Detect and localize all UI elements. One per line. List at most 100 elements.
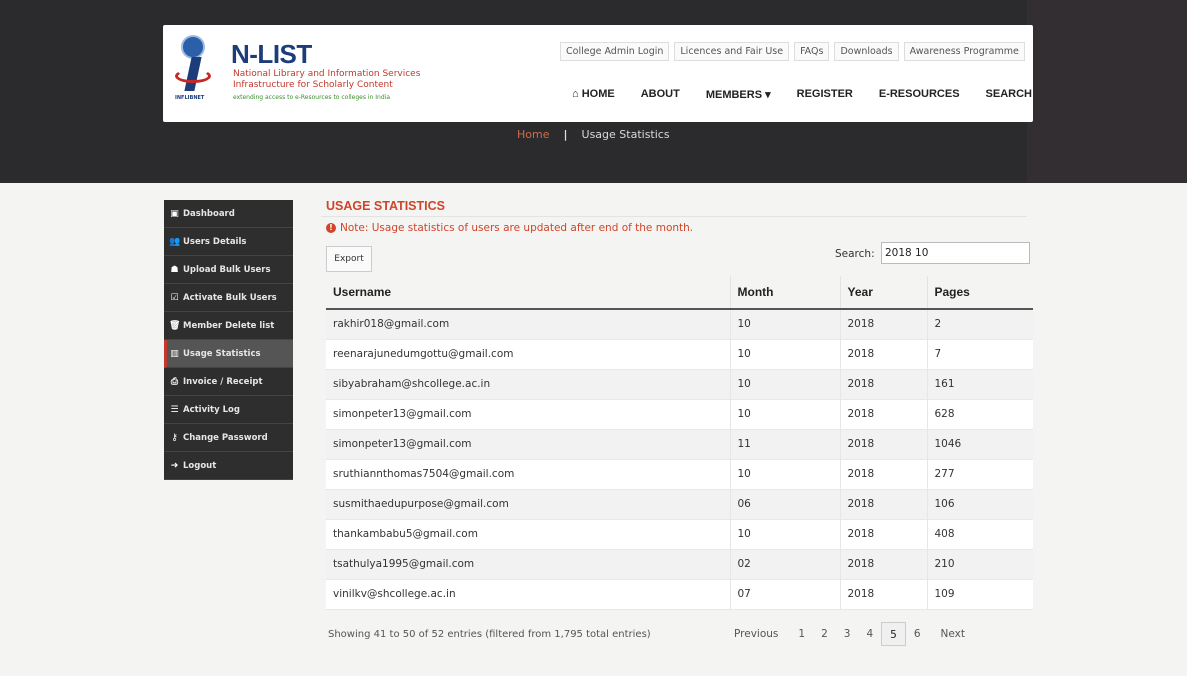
brand-subtitle-1: National Library and Information Service… bbox=[233, 69, 421, 79]
cell-month: 10 bbox=[729, 519, 840, 550]
nav-about[interactable]: ABOUT bbox=[641, 88, 680, 101]
sidebar-item-label: Activity Log bbox=[183, 404, 240, 415]
sidebar-item-users-details[interactable]: 👥 Users Details bbox=[164, 228, 293, 256]
sidebar-item-member-delete-list[interactable]: 🗑 Member Delete list bbox=[164, 312, 293, 340]
cell-month: 10 bbox=[729, 309, 840, 340]
users-icon: 👥 bbox=[169, 236, 181, 247]
sidebar-item-usage-statistics[interactable]: ▥ Usage Statistics bbox=[164, 340, 293, 368]
table-toolbar: Export Search: bbox=[321, 240, 1033, 276]
breadcrumb-home[interactable]: Home bbox=[517, 128, 549, 141]
inflibnet-logo[interactable]: INFLIBNET bbox=[175, 35, 211, 109]
cell-year: 2018 bbox=[839, 369, 927, 400]
nav-home[interactable]: ⌂ HOME bbox=[572, 88, 615, 101]
nav-members[interactable]: MEMBERS ▾ bbox=[706, 88, 771, 101]
cell-month: 11 bbox=[729, 429, 840, 460]
table-row: simonpeter13@gmail.com 10 2018 628 bbox=[326, 399, 1033, 430]
cell-pages: 628 bbox=[926, 399, 1033, 430]
sidebar-item-dashboard[interactable]: ▣ Dashboard bbox=[164, 200, 293, 228]
cell-year: 2018 bbox=[839, 519, 927, 550]
pagination-page-6[interactable]: 6 bbox=[906, 622, 929, 646]
sidebar-item-label: Usage Statistics bbox=[183, 348, 261, 359]
search-input[interactable] bbox=[881, 242, 1030, 264]
sidebar-item-logout[interactable]: ➜ Logout bbox=[164, 452, 293, 480]
pagination-page-2[interactable]: 2 bbox=[813, 622, 836, 646]
column-header-pages[interactable]: Pages bbox=[926, 276, 1033, 310]
title-divider bbox=[321, 216, 1027, 217]
nav-members-label: MEMBERS bbox=[705, 89, 763, 101]
table-row: sruthiannthomas7504@gmail.com 10 2018 277 bbox=[326, 459, 1033, 490]
pagination-page-1[interactable]: 1 bbox=[790, 622, 813, 646]
sidebar-item-activity-log[interactable]: ☰ Activity Log bbox=[164, 396, 293, 424]
nav-register[interactable]: REGISTER bbox=[797, 88, 853, 101]
table-row: thankambabu5@gmail.com 10 2018 408 bbox=[326, 519, 1033, 550]
nav-search[interactable]: SEARCH bbox=[986, 88, 1032, 101]
column-header-username[interactable]: Username bbox=[326, 276, 730, 310]
sidebar-item-label: Logout bbox=[183, 460, 217, 471]
trash-icon: 🗑 bbox=[169, 320, 181, 331]
sidebar-item-change-password[interactable]: ⚷ Change Password bbox=[164, 424, 293, 452]
site-header: INFLIBNET N-LIST National Library and In… bbox=[163, 25, 1033, 122]
sidebar-item-label: Users Details bbox=[183, 236, 247, 247]
cell-pages: 1046 bbox=[926, 429, 1033, 460]
cell-username: vinilkv@shcollege.ac.in bbox=[326, 579, 730, 610]
cell-month: 02 bbox=[729, 549, 840, 580]
bar-chart-icon: ▥ bbox=[170, 348, 179, 359]
cell-pages: 210 bbox=[926, 549, 1033, 580]
link-faqs[interactable]: FAQs bbox=[794, 42, 830, 61]
table-row: vinilkv@shcollege.ac.in 07 2018 109 bbox=[326, 579, 1033, 610]
usage-note-text: Note: Usage statistics of users are upda… bbox=[340, 222, 694, 234]
upload-users-icon: ☗ bbox=[170, 264, 179, 275]
usage-note: ! Note: Usage statistics of users are up… bbox=[326, 222, 1033, 234]
breadcrumb-current: Usage Statistics bbox=[581, 128, 670, 141]
link-licences[interactable]: Licences and Fair Use bbox=[674, 42, 790, 61]
cell-username: reenarajunedumgottu@gmail.com bbox=[326, 339, 730, 370]
brand-title: N-LIST bbox=[231, 39, 312, 69]
cell-year: 2018 bbox=[839, 459, 927, 490]
home-icon: ⌂ bbox=[572, 88, 582, 100]
column-header-month[interactable]: Month bbox=[729, 276, 840, 310]
sidebar-item-label: Invoice / Receipt bbox=[183, 376, 263, 387]
cell-username: sruthiannthomas7504@gmail.com bbox=[326, 459, 730, 490]
sidebar-item-activate-bulk-users[interactable]: ☑ Activate Bulk Users bbox=[164, 284, 293, 312]
sidebar-item-label: Activate Bulk Users bbox=[183, 292, 277, 303]
print-icon: ⎙ bbox=[170, 376, 179, 387]
link-college-admin-login[interactable]: College Admin Login bbox=[560, 42, 670, 61]
cell-year: 2018 bbox=[839, 579, 927, 610]
sidebar-item-label: Upload Bulk Users bbox=[183, 264, 271, 275]
cell-pages: 161 bbox=[926, 369, 1033, 400]
key-icon: ⚷ bbox=[171, 432, 178, 443]
table-row: reenarajunedumgottu@gmail.com 10 2018 7 bbox=[326, 339, 1033, 370]
cell-username: tsathulya1995@gmail.com bbox=[326, 549, 730, 580]
cell-year: 2018 bbox=[839, 429, 927, 460]
pagination-page-4[interactable]: 4 bbox=[858, 622, 881, 646]
sidebar-item-upload-bulk-users[interactable]: ☗ Upload Bulk Users bbox=[164, 256, 293, 284]
cell-pages: 408 bbox=[926, 519, 1033, 550]
cell-username: rakhir018@gmail.com bbox=[326, 309, 730, 340]
main-nav: ⌂ HOME ABOUT MEMBERS ▾ REGISTER E-RESOUR… bbox=[572, 88, 1032, 101]
cell-month: 10 bbox=[729, 459, 840, 490]
pagination-next[interactable]: Next bbox=[933, 622, 973, 646]
pagination-page-3[interactable]: 3 bbox=[836, 622, 859, 646]
main-content: USAGE STATISTICS ! Note: Usage statistic… bbox=[321, 195, 1033, 649]
cell-month: 06 bbox=[729, 489, 840, 520]
sidebar: ▣ Dashboard 👥 Users Details ☗ Upload Bulk U… bbox=[164, 200, 293, 480]
sidebar-item-invoice-receipt[interactable]: ⎙ Invoice / Receipt bbox=[164, 368, 293, 396]
column-header-year[interactable]: Year bbox=[839, 276, 927, 310]
link-downloads[interactable]: Downloads bbox=[834, 42, 899, 61]
nav-eresources[interactable]: E-RESOURCES bbox=[879, 88, 960, 101]
breadcrumb-separator: | bbox=[563, 128, 568, 141]
table-row: rakhir018@gmail.com 10 2018 2 bbox=[326, 309, 1033, 340]
search-label: Search: bbox=[835, 248, 875, 260]
sidebar-item-label: Change Password bbox=[183, 432, 268, 443]
logo-swoosh bbox=[175, 69, 211, 83]
cell-pages: 109 bbox=[926, 579, 1033, 610]
list-icon: ☰ bbox=[170, 404, 179, 415]
link-awareness-programme[interactable]: Awareness Programme bbox=[903, 42, 1025, 61]
brand-subtitle-2: Infrastructure for Scholarly Content bbox=[233, 80, 393, 90]
export-button[interactable]: Export bbox=[326, 246, 372, 272]
pagination-previous[interactable]: Previous bbox=[726, 622, 786, 646]
table-row: simonpeter13@gmail.com 11 2018 1046 bbox=[326, 429, 1033, 460]
cell-pages: 277 bbox=[926, 459, 1033, 490]
page-title: USAGE STATISTICS bbox=[326, 199, 445, 213]
pagination-page-5-current[interactable]: 5 bbox=[881, 621, 906, 646]
